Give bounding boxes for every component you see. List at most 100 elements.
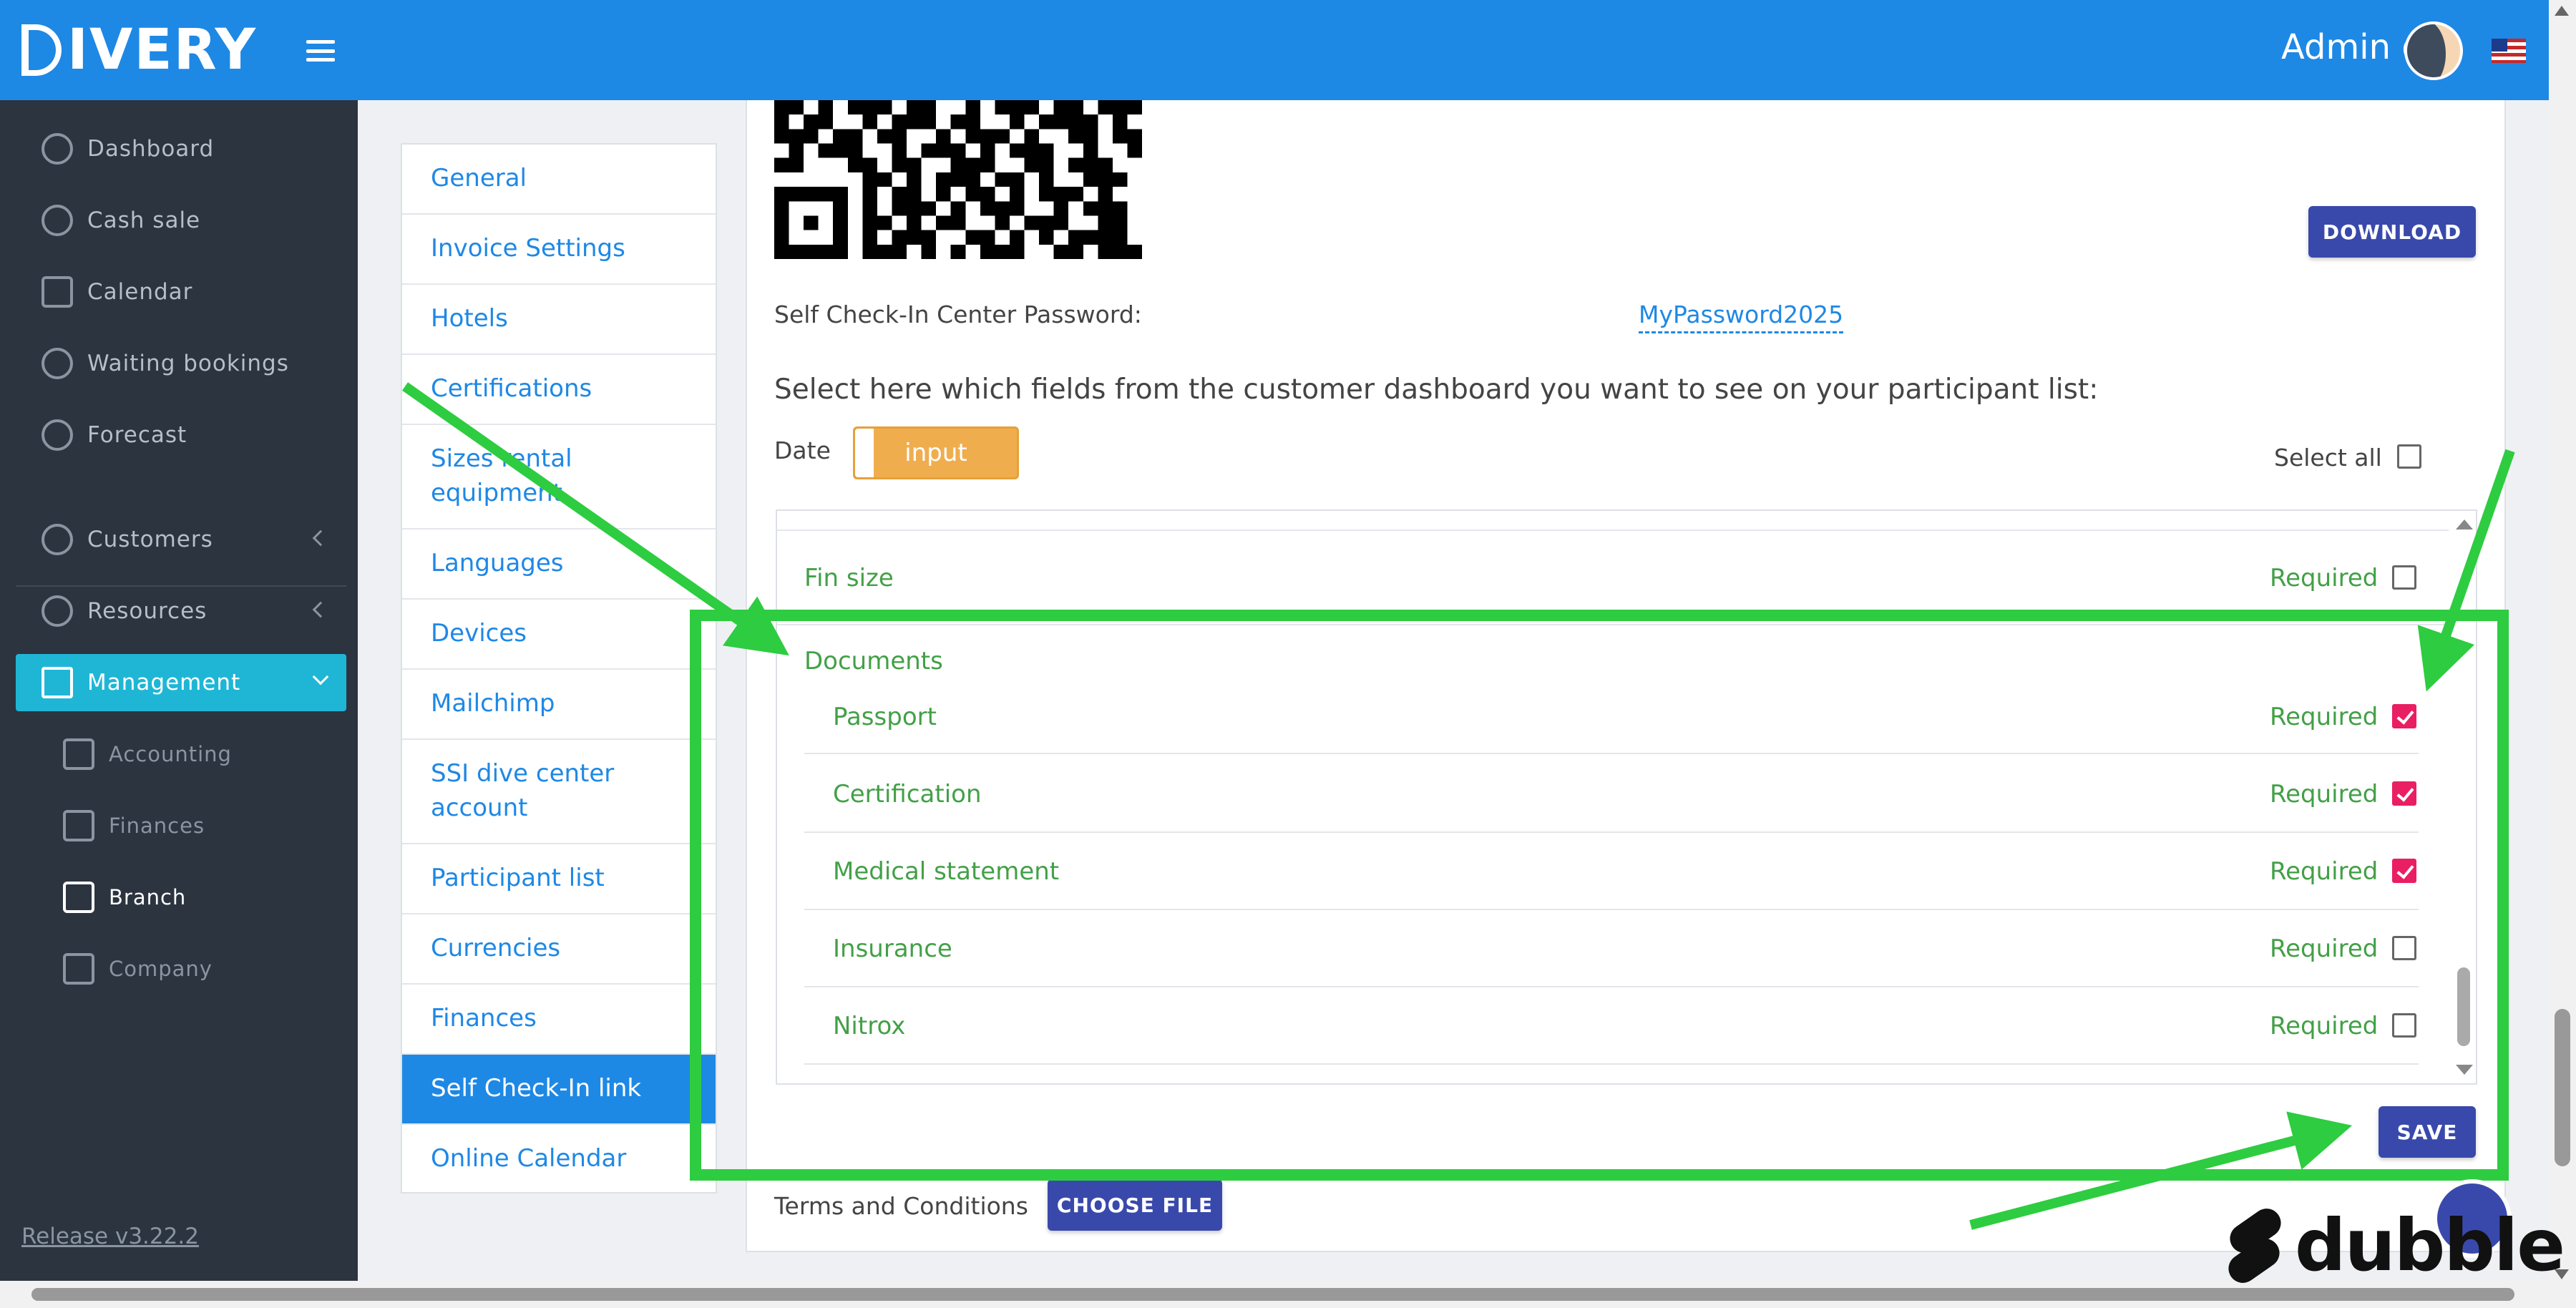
passport-required-checkbox[interactable] bbox=[2392, 704, 2416, 728]
sidebar-subitem-accounting[interactable]: Accounting bbox=[16, 726, 346, 783]
calendar-icon bbox=[42, 276, 73, 308]
sidebar-item-label: Cash sale bbox=[87, 208, 201, 233]
submenu-item-devices[interactable]: Devices bbox=[402, 600, 716, 670]
select-all-label: Select all bbox=[2274, 444, 2382, 472]
submenu-item-currencies[interactable]: Currencies bbox=[402, 914, 716, 985]
required-label: Required bbox=[2270, 934, 2379, 963]
insurance-required-checkbox[interactable] bbox=[2392, 936, 2416, 960]
sidebar-item-forecast[interactable]: Forecast bbox=[16, 406, 346, 464]
release-link[interactable]: Release v3.22.2 bbox=[21, 1224, 199, 1249]
page-horizontal-scrollbar[interactable] bbox=[0, 1281, 2549, 1308]
date-toggle-label: input bbox=[904, 439, 967, 467]
sidebar-subitem-branch[interactable]: Branch bbox=[16, 869, 346, 926]
field-name-certification: Certification bbox=[833, 780, 982, 809]
us-flag-icon[interactable] bbox=[2492, 39, 2526, 63]
row-divider bbox=[804, 1063, 2419, 1065]
scroll-thumb[interactable] bbox=[31, 1288, 2514, 1301]
choose-file-button[interactable]: CHOOSE FILE bbox=[1048, 1179, 1222, 1231]
date-input-toggle[interactable]: input bbox=[853, 426, 1019, 479]
sidebar-item-dashboard[interactable]: Dashboard bbox=[16, 120, 346, 177]
submenu-item-certifications[interactable]: Certifications bbox=[402, 355, 716, 425]
user-icon bbox=[42, 524, 73, 555]
sidebar-item-resources[interactable]: Resources bbox=[16, 582, 346, 640]
fin-size-required-checkbox[interactable] bbox=[2392, 565, 2416, 590]
password-editable-value[interactable]: MyPassword2025 bbox=[1639, 301, 1844, 333]
sidebar-subitem-finances[interactable]: Finances bbox=[16, 797, 346, 854]
terms-label: Terms and Conditions bbox=[774, 1192, 1028, 1220]
submenu-item-sizes-rental-equipment[interactable]: Sizes rental equipment bbox=[402, 425, 716, 529]
gauge-icon bbox=[42, 595, 73, 627]
required-label: Required bbox=[2270, 857, 2379, 886]
sidebar-item-label: Branch bbox=[109, 885, 187, 909]
dubble-logo-icon bbox=[2222, 1203, 2287, 1289]
date-label: Date bbox=[774, 436, 831, 464]
sidebar-item-label: Calendar bbox=[87, 279, 193, 305]
submenu-item-hotels[interactable]: Hotels bbox=[402, 285, 716, 355]
submenu-item-mailchimp[interactable]: Mailchimp bbox=[402, 670, 716, 740]
required-label: Required bbox=[2270, 780, 2379, 809]
field-name-passport: Passport bbox=[833, 703, 937, 731]
sidebar-item-label: Finances bbox=[109, 814, 205, 838]
field-group-documents: Documents bbox=[804, 647, 943, 675]
submenu-item-finances[interactable]: Finances bbox=[402, 985, 716, 1055]
required-label: Required bbox=[2270, 1012, 2379, 1040]
sidebar-subitem-company[interactable]: Company bbox=[16, 940, 346, 997]
submenu-item-ssi-account[interactable]: SSI dive center account bbox=[402, 740, 716, 844]
dubble-watermark: dubble bbox=[2222, 1202, 2565, 1289]
clock-icon bbox=[42, 348, 73, 379]
brand-logo[interactable]: IVERY bbox=[21, 21, 257, 79]
chevron-left-icon bbox=[312, 601, 329, 618]
row-divider bbox=[804, 831, 2419, 833]
page-vertical-scrollbar[interactable] bbox=[2549, 0, 2576, 1308]
book-icon bbox=[63, 810, 94, 841]
sidebar-item-calendar[interactable]: Calendar bbox=[16, 263, 346, 321]
submenu-item-invoice-settings[interactable]: Invoice Settings bbox=[402, 215, 716, 285]
submenu-item-participant-list[interactable]: Participant list bbox=[402, 844, 716, 914]
submenu-item-self-checkin-link[interactable]: Self Check-In link bbox=[402, 1055, 716, 1125]
select-all-checkbox[interactable] bbox=[2397, 444, 2421, 469]
submenu-item-languages[interactable]: Languages bbox=[402, 529, 716, 600]
medical-statement-required-checkbox[interactable] bbox=[2392, 859, 2416, 883]
submenu-item-general[interactable]: General bbox=[402, 145, 716, 215]
chart-doc-icon bbox=[42, 667, 73, 698]
scroll-thumb[interactable] bbox=[2555, 1009, 2570, 1166]
field-name-nitrox: Nitrox bbox=[833, 1012, 906, 1040]
required-label: Required bbox=[2270, 564, 2379, 592]
sidebar-item-label: Resources bbox=[87, 598, 208, 624]
chevron-left-icon bbox=[312, 529, 329, 547]
download-button[interactable]: DOWNLOAD bbox=[2308, 206, 2476, 258]
field-name-medical-statement: Medical statement bbox=[833, 857, 1060, 886]
scroll-up-icon[interactable] bbox=[2555, 6, 2569, 16]
menu-toggle-icon[interactable] bbox=[306, 40, 335, 62]
sidebar-item-label: Dashboard bbox=[87, 136, 215, 162]
brand-mark-icon bbox=[21, 24, 62, 76]
sidebar-item-label: Management bbox=[87, 670, 241, 696]
sidebar: Dashboard Cash sale Calendar Waiting boo… bbox=[0, 100, 358, 1281]
sidebar-item-waiting-bookings[interactable]: Waiting bookings bbox=[16, 335, 346, 392]
save-button[interactable]: SAVE bbox=[2379, 1106, 2476, 1158]
avatar[interactable] bbox=[2404, 21, 2463, 80]
scroll-down-icon[interactable] bbox=[2456, 1065, 2473, 1075]
chevron-down-icon bbox=[312, 668, 329, 685]
sidebar-item-customers[interactable]: Customers bbox=[16, 511, 346, 568]
nitrox-required-checkbox[interactable] bbox=[2392, 1013, 2416, 1038]
submenu-item-online-calendar[interactable]: Online Calendar bbox=[402, 1125, 716, 1194]
cart-icon bbox=[42, 205, 73, 236]
watermark-text: dubble bbox=[2295, 1203, 2565, 1287]
location-pin-icon bbox=[42, 419, 73, 451]
fields-list-scrollbar[interactable] bbox=[2450, 509, 2476, 1082]
certification-required-checkbox[interactable] bbox=[2392, 781, 2416, 806]
scroll-thumb[interactable] bbox=[2457, 967, 2470, 1046]
sidebar-item-management[interactable]: Management bbox=[16, 654, 346, 711]
field-name-insurance: Insurance bbox=[833, 934, 952, 963]
row-divider bbox=[804, 753, 2419, 754]
sidebar-item-label: Forecast bbox=[87, 422, 187, 448]
sidebar-item-label: Accounting bbox=[109, 742, 232, 766]
row-divider bbox=[804, 986, 2419, 987]
top-header-bar: IVERY Admin d. bbox=[0, 0, 2549, 100]
scroll-up-icon[interactable] bbox=[2456, 519, 2473, 529]
fields-selection-title: Select here which fields from the custom… bbox=[774, 374, 2099, 406]
sidebar-item-label: Company bbox=[109, 957, 213, 981]
bar-chart-icon bbox=[63, 953, 94, 985]
sidebar-item-cash-sale[interactable]: Cash sale bbox=[16, 192, 346, 249]
